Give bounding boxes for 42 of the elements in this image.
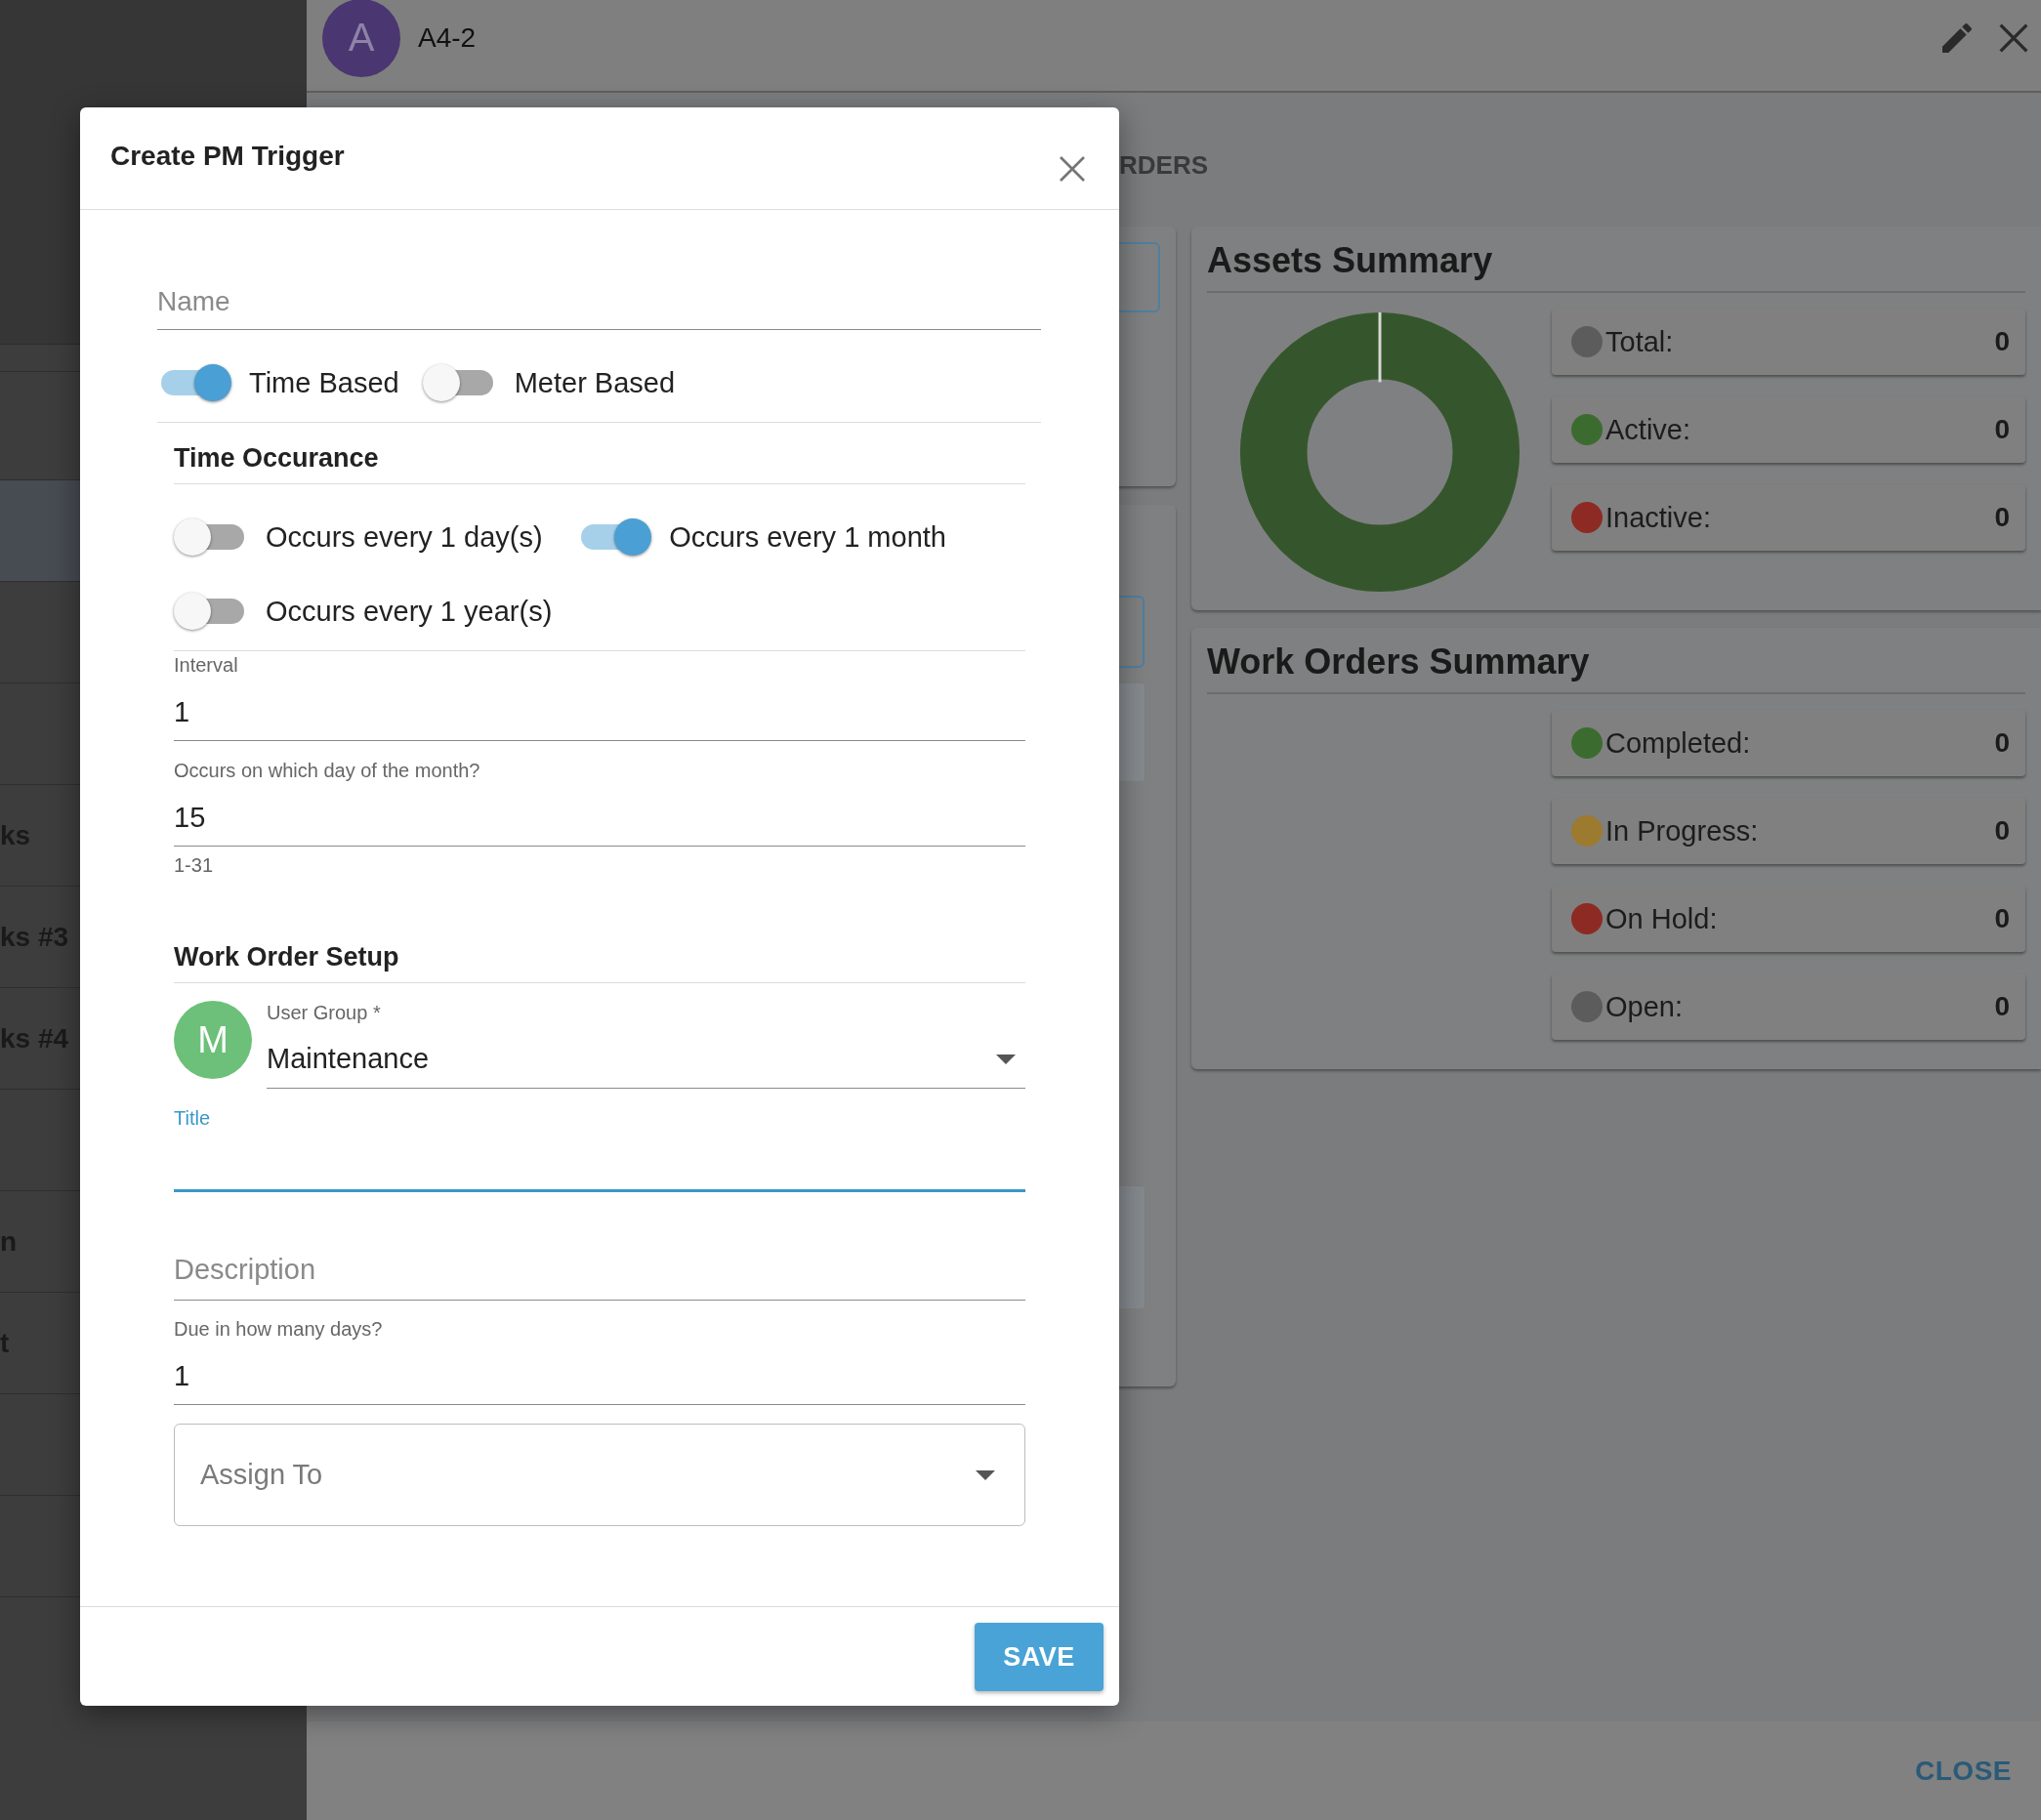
description-field[interactable]: Description: [174, 1235, 1025, 1301]
helper-text: 1-31: [174, 853, 215, 877]
record-avatar: A: [322, 0, 400, 77]
field-label: Occurs on which day of the month?: [174, 759, 481, 782]
field-label: User Group *: [267, 1001, 382, 1024]
interval-field[interactable]: 1: [174, 677, 1025, 741]
legend-value: 0: [1994, 903, 2010, 934]
day-of-month-field[interactable]: 15: [174, 782, 1025, 847]
name-field[interactable]: Name: [157, 273, 1041, 330]
card-title: Assets Summary: [1207, 238, 2025, 293]
legend-value: 0: [1994, 414, 2010, 445]
toggle-label: Occurs every 1 month: [669, 520, 946, 554]
legend-label: Open:: [1605, 990, 1684, 1023]
assign-to-select[interactable]: Assign To: [174, 1424, 1025, 1526]
legend-label: On Hold:: [1605, 902, 1719, 935]
group-avatar: M: [174, 1001, 252, 1079]
legend-value: 0: [1994, 502, 2010, 533]
due-days-field[interactable]: 1: [174, 1341, 1025, 1405]
section-heading: Time Occurance: [174, 423, 1025, 484]
toggle-label: Meter Based: [514, 366, 676, 399]
toggle-label: Occurs every 1 year(s): [266, 595, 553, 628]
legend-label: Total:: [1605, 325, 1675, 358]
toggle-label: Occurs every 1 day(s): [266, 520, 543, 554]
caret-icon: [976, 1469, 995, 1480]
legend-label: Inactive:: [1605, 501, 1712, 534]
legend-value: 0: [1994, 991, 2010, 1022]
legend-label: Completed:: [1605, 726, 1752, 760]
section-heading: Work Order Setup: [174, 922, 1025, 983]
field-label: Due in how many days?: [174, 1317, 384, 1341]
field-label: Interval: [174, 653, 239, 677]
card-title: Work Orders Summary: [1207, 640, 2025, 694]
legend-value: 0: [1994, 326, 2010, 357]
user-group-select[interactable]: Maintenance: [267, 1024, 1025, 1089]
legend-value: 0: [1994, 815, 2010, 847]
caret-icon: [996, 1054, 1016, 1064]
record-title: A4-2: [418, 21, 477, 54]
toggle-label: Time Based: [249, 366, 399, 399]
field-label: Title: [174, 1106, 212, 1130]
legend-value: 0: [1994, 727, 2010, 759]
dialog-title: Create PM Trigger: [110, 140, 346, 173]
legend-label: In Progress:: [1605, 814, 1760, 848]
legend-label: Active:: [1605, 413, 1692, 446]
